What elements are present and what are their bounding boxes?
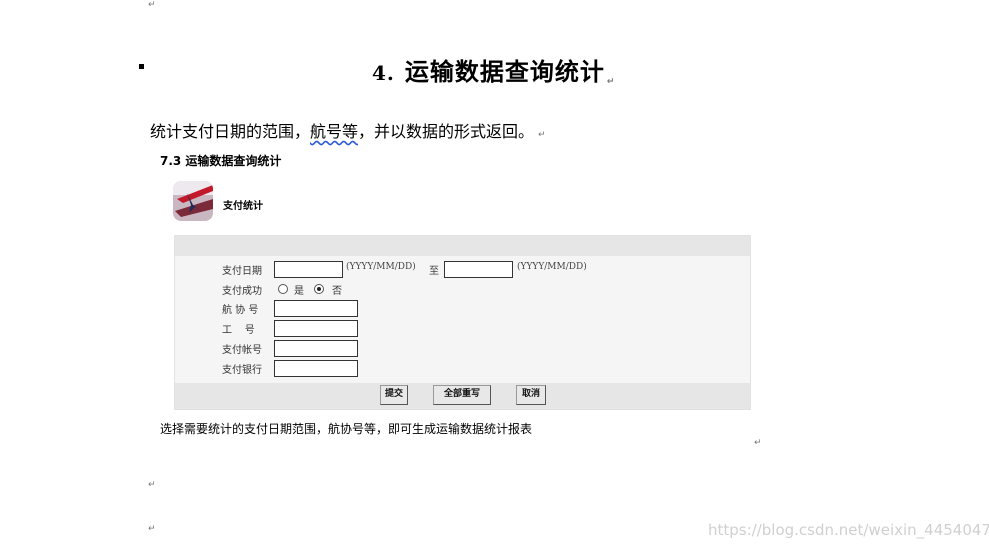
bank-row: 支付银行 <box>175 360 750 377</box>
paragraph-mark: ↵ <box>754 438 762 448</box>
radio-no[interactable] <box>314 284 324 294</box>
figure-caption: 选择需要统计的支付日期范围，航协号等，即可生成运输数据统计报表 <box>160 422 533 436</box>
paragraph-mark: ↵ <box>148 480 156 490</box>
start-date-input[interactable] <box>274 261 343 278</box>
payment-success-row: 支付成功 是 否 <box>175 281 750 297</box>
form-header-bar <box>175 236 750 256</box>
list-bullet <box>139 64 144 69</box>
to-label: 至 <box>429 266 439 277</box>
paragraph-mark: ↵ <box>148 524 156 534</box>
reset-button[interactable]: 全部重写 <box>433 385 491 405</box>
paragraph-mark: ↵ <box>538 130 546 140</box>
submit-button[interactable]: 提交 <box>380 385 408 405</box>
cancel-button[interactable]: 取消 <box>516 385 546 405</box>
heading-text: 运输数据查询统计 <box>404 57 605 86</box>
emp-no-input[interactable] <box>274 320 358 337</box>
emp-no-row: 工 号 <box>175 320 750 337</box>
end-date-input[interactable] <box>444 261 513 278</box>
radio-yes[interactable] <box>278 284 288 294</box>
page-heading: 4. 运输数据查询统计 ↵ <box>372 52 616 87</box>
account-input[interactable] <box>274 340 358 357</box>
app-logo-icon <box>173 181 213 221</box>
radio-yes-label: 是 <box>294 286 304 297</box>
paragraph-mark: ↵ <box>148 0 156 10</box>
payment-stats-form: 支付日期 (YYYY/MM/DD) 至 (YYYY/MM/DD) 支付成功 是 … <box>174 235 751 410</box>
watermark: https://blog.csdn.net/weixin_44540479 <box>708 521 989 539</box>
airline-no-label: 航 协 号 <box>222 305 259 316</box>
heading-number: 4. <box>372 61 395 85</box>
intro-paragraph: 统计支付日期的范围，航号等，并以数据的形式返回。 ↵ <box>150 118 546 142</box>
date-format-hint: (YYYY/MM/DD) <box>346 262 416 272</box>
airline-no-row: 航 协 号 <box>175 300 750 317</box>
section-title: 7.3 运输数据查询统计 <box>160 154 282 168</box>
emp-no-label: 工 号 <box>222 325 255 336</box>
intro-text: ，并以数据的形式返回。 <box>358 122 535 141</box>
paragraph-mark: ↵ <box>606 77 616 87</box>
panel-title: 支付统计 <box>223 201 263 212</box>
intro-text: 统计支付日期的范围， <box>150 122 311 141</box>
airline-no-input[interactable] <box>274 300 358 317</box>
date-range-row: 支付日期 (YYYY/MM/DD) 至 (YYYY/MM/DD) <box>175 261 750 278</box>
date-format-hint: (YYYY/MM/DD) <box>517 262 587 272</box>
account-row: 支付帐号 <box>175 340 750 357</box>
account-label: 支付帐号 <box>222 345 262 356</box>
bank-input[interactable] <box>274 360 358 377</box>
spellcheck-underlined-text: 航号等 <box>310 122 359 141</box>
date-label: 支付日期 <box>222 266 262 277</box>
success-label: 支付成功 <box>222 286 262 297</box>
radio-no-label: 否 <box>332 286 342 297</box>
bank-label: 支付银行 <box>222 365 262 376</box>
